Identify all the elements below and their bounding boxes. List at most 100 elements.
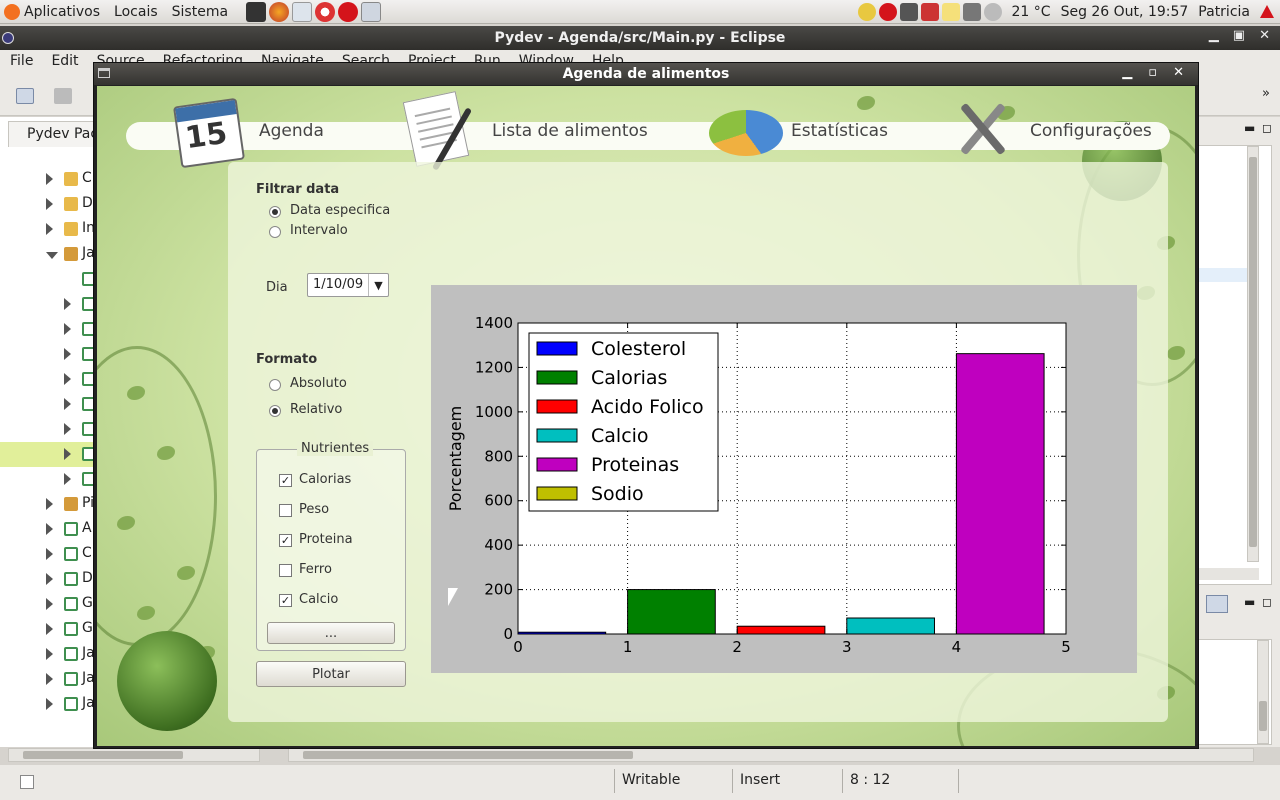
nav-lista-de-alimentos[interactable]: Lista de alimentos — [492, 121, 648, 141]
plotar-button[interactable]: Plotar — [256, 661, 406, 687]
radio-data-especifica[interactable] — [269, 206, 281, 218]
expand-arrow-icon[interactable] — [46, 223, 53, 235]
minimize-icon[interactable]: ▁ — [1209, 28, 1219, 43]
nav-agenda[interactable]: Agenda — [259, 121, 324, 141]
screenshot-launcher-icon[interactable] — [361, 1, 382, 22]
mail-launcher-icon[interactable] — [292, 1, 313, 22]
outline-vscrollbar[interactable] — [1247, 146, 1259, 562]
volume-tray-icon[interactable] — [962, 2, 981, 21]
firefox-launcher-icon[interactable] — [269, 1, 290, 22]
radio-data-especifica-label[interactable]: Data especifica — [290, 203, 390, 218]
dialog-close-icon[interactable]: ✕ — [1173, 65, 1184, 80]
checkbox-proteina[interactable]: ✓ — [279, 534, 292, 547]
expand-arrow-icon[interactable] — [64, 398, 71, 410]
messenger-tray-icon[interactable] — [857, 2, 876, 21]
checkbox-calcio[interactable]: ✓ — [279, 594, 292, 607]
radio-absoluto-label[interactable]: Absoluto — [290, 376, 347, 391]
minimize-console-icon[interactable]: ▬ — [1244, 595, 1255, 609]
console-vscrollbar[interactable] — [1257, 640, 1269, 744]
dialog-minimize-icon[interactable]: ▁ — [1122, 65, 1132, 80]
expand-arrow-icon[interactable] — [46, 198, 53, 210]
radio-intervalo[interactable] — [269, 226, 281, 238]
more-nutrients-button[interactable]: ... — [267, 622, 395, 644]
checkbox-peso[interactable] — [279, 504, 292, 517]
expand-arrow-open-icon[interactable] — [46, 252, 58, 259]
scrollbar-thumb[interactable] — [1259, 701, 1267, 731]
checkbox-label-peso[interactable]: Peso — [299, 502, 329, 517]
notification-tray-icon[interactable] — [941, 2, 960, 21]
checkbox-label-calorias[interactable]: Calorias — [299, 472, 351, 487]
nav-configuracoes[interactable]: Configurações — [1030, 121, 1152, 141]
tools-icon[interactable] — [951, 98, 1013, 160]
expand-arrow-icon[interactable] — [46, 623, 53, 635]
battery-tray-icon[interactable] — [920, 2, 939, 21]
eclipse-window-icon[interactable] — [2, 32, 14, 44]
expand-arrow-icon[interactable] — [64, 323, 71, 335]
toolbar-overflow-icon[interactable]: » — [1262, 86, 1274, 102]
bar-proteinas — [955, 353, 1045, 635]
scrollbar-thumb[interactable] — [1249, 157, 1257, 547]
expand-arrow-icon[interactable] — [64, 473, 71, 485]
opera-launcher-icon[interactable] — [338, 1, 359, 22]
expand-arrow-icon[interactable] — [46, 698, 53, 710]
user-menu[interactable]: Patricia — [1198, 4, 1250, 20]
dia-date-combo[interactable]: 1/10/09 ▼ — [307, 273, 389, 297]
new-file-icon[interactable] — [16, 88, 34, 104]
maximize-view-icon[interactable]: ◻ — [1262, 121, 1272, 135]
radio-intervalo-label[interactable]: Intervalo — [290, 223, 348, 238]
expand-arrow-icon[interactable] — [64, 373, 71, 385]
radio-relativo-label[interactable]: Relativo — [290, 402, 342, 417]
expand-arrow-icon[interactable] — [64, 423, 71, 435]
help-launcher-icon[interactable] — [315, 1, 336, 22]
outline-hscrollbar[interactable] — [1199, 568, 1259, 580]
update-alert-icon[interactable] — [1260, 5, 1274, 18]
radio-relativo[interactable] — [269, 405, 281, 417]
window-menu-icon[interactable] — [98, 68, 110, 78]
nav-estatisticas[interactable]: Estatísticas — [791, 121, 888, 141]
expand-arrow-icon[interactable] — [46, 598, 53, 610]
expand-arrow-icon[interactable] — [46, 573, 53, 585]
chevron-down-icon[interactable]: ▼ — [368, 274, 388, 296]
expand-arrow-icon[interactable] — [64, 348, 71, 360]
expand-arrow-icon[interactable] — [46, 548, 53, 560]
minimize-view-icon[interactable]: ▬ — [1244, 121, 1255, 135]
network-tray-icon[interactable] — [899, 2, 918, 21]
scrollbar-thumb[interactable] — [23, 751, 183, 759]
expand-arrow-icon[interactable] — [46, 648, 53, 660]
applications-menu[interactable]: Aplicativos — [4, 3, 100, 20]
checkbox-label-proteina[interactable]: Proteina — [299, 532, 353, 547]
editor-hscrollbar[interactable] — [288, 748, 1254, 762]
opera-tray-icon[interactable] — [878, 2, 897, 21]
menu-file[interactable]: File — [10, 53, 33, 69]
expand-arrow-icon[interactable] — [46, 498, 53, 510]
weather-temperature[interactable]: 21 °C — [1012, 4, 1051, 20]
calendar-icon[interactable]: 15 — [172, 97, 246, 169]
fast-view-icon[interactable] — [20, 775, 34, 789]
legend-swatch — [536, 399, 578, 414]
checkbox-label-calcio[interactable]: Calcio — [299, 592, 338, 607]
console-menu-icon[interactable] — [1206, 595, 1228, 613]
terminal-launcher-icon[interactable] — [246, 1, 267, 22]
maximize-icon[interactable]: ▣ — [1233, 28, 1245, 43]
places-menu[interactable]: Locais — [114, 4, 158, 20]
maximize-console-icon[interactable]: ◻ — [1262, 595, 1272, 609]
expand-arrow-icon[interactable] — [46, 173, 53, 185]
explorer-hscrollbar[interactable] — [8, 748, 260, 762]
pie-chart-icon[interactable] — [709, 110, 783, 156]
close-icon[interactable]: ✕ — [1259, 28, 1270, 43]
system-menu[interactable]: Sistema — [172, 4, 228, 20]
checkbox-label-ferro[interactable]: Ferro — [299, 562, 332, 577]
expand-arrow-icon[interactable] — [64, 448, 71, 460]
checkbox-calorias[interactable]: ✓ — [279, 474, 292, 487]
expand-arrow-icon[interactable] — [46, 523, 53, 535]
expand-arrow-icon[interactable] — [64, 298, 71, 310]
clock[interactable]: Seg 26 Out, 19:57 — [1061, 4, 1189, 20]
checkbox-ferro[interactable] — [279, 564, 292, 577]
scrollbar-thumb[interactable] — [303, 751, 633, 759]
save-icon[interactable] — [54, 88, 72, 104]
radio-absoluto[interactable] — [269, 379, 281, 391]
dialog-maximize-icon[interactable]: ▫ — [1148, 65, 1157, 80]
menu-edit[interactable]: Edit — [51, 53, 78, 69]
expand-arrow-icon[interactable] — [46, 673, 53, 685]
x-tick-label: 0 — [513, 638, 523, 656]
